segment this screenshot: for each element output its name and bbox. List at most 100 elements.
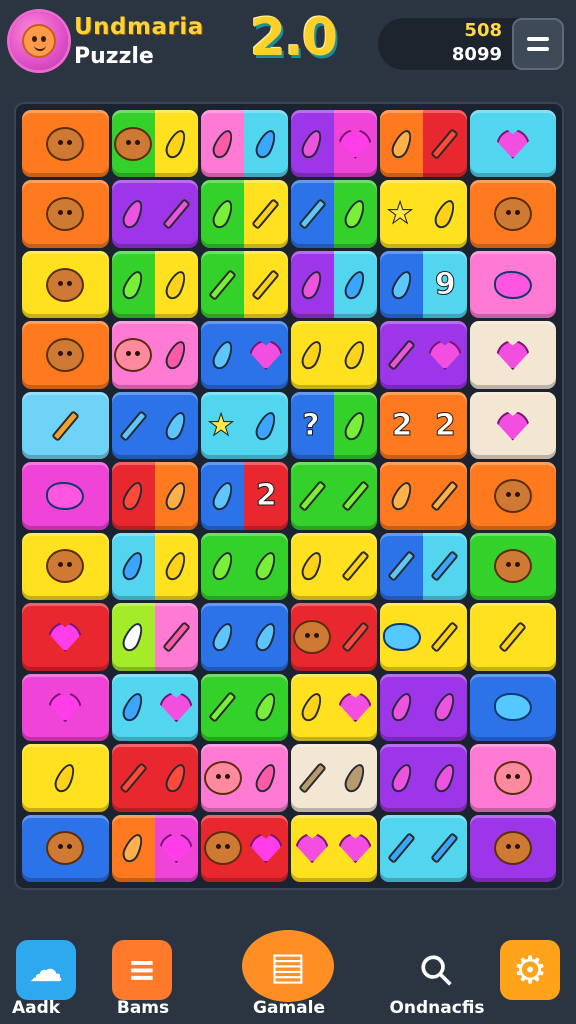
board-tile[interactable]	[22, 180, 109, 248]
board-tile[interactable]	[22, 462, 109, 530]
board-tile[interactable]	[290, 180, 334, 248]
nav-item-bams[interactable]: ≡ Bams	[98, 932, 188, 1024]
board-tile[interactable]	[111, 250, 155, 319]
board-tile[interactable]	[244, 321, 288, 389]
board-tile[interactable]	[154, 603, 198, 671]
board-tile[interactable]	[380, 110, 424, 178]
board-tile[interactable]	[469, 250, 556, 319]
board-tile[interactable]	[201, 462, 245, 530]
board-tile[interactable]	[380, 321, 424, 389]
board-tile[interactable]	[111, 110, 155, 178]
board-tile[interactable]	[22, 532, 109, 601]
board-tile[interactable]	[22, 603, 109, 671]
board-tile[interactable]	[201, 814, 245, 882]
board-tile[interactable]	[154, 673, 198, 742]
board-tile[interactable]	[111, 391, 155, 460]
board-tile[interactable]	[201, 110, 245, 178]
board-tile[interactable]	[469, 110, 556, 178]
board-tile[interactable]: ?	[290, 391, 334, 460]
board-tile[interactable]	[290, 532, 334, 601]
board-tile[interactable]: ★	[201, 391, 245, 460]
board-tile[interactable]	[380, 673, 424, 742]
board-tile[interactable]	[333, 321, 377, 389]
board-tile[interactable]	[469, 462, 556, 530]
board-tile[interactable]	[423, 462, 467, 530]
board-tile[interactable]	[290, 250, 334, 319]
board-tile[interactable]	[111, 673, 155, 742]
board-tile[interactable]	[244, 814, 288, 882]
board-tile[interactable]	[244, 391, 288, 460]
board-tile[interactable]	[244, 673, 288, 742]
board-tile[interactable]	[469, 744, 556, 812]
board-tile[interactable]	[244, 180, 288, 248]
board-tile[interactable]	[333, 391, 377, 460]
board-tile[interactable]: ★	[380, 180, 424, 248]
board-tile[interactable]	[290, 814, 334, 882]
board-tile[interactable]	[154, 391, 198, 460]
board-tile[interactable]	[290, 321, 334, 389]
board-tile[interactable]	[22, 110, 109, 178]
board-tile[interactable]	[380, 814, 424, 882]
nav-item-settings[interactable]: ⚙	[498, 932, 562, 1024]
board-tile[interactable]	[201, 532, 245, 601]
board-tile[interactable]	[333, 603, 377, 671]
board-tile[interactable]	[333, 744, 377, 812]
board-tile[interactable]	[380, 603, 424, 671]
board-tile[interactable]	[333, 462, 377, 530]
board-tile[interactable]	[333, 110, 377, 178]
board-tile[interactable]	[469, 532, 556, 601]
board-tile[interactable]	[469, 321, 556, 389]
board-tile[interactable]	[201, 603, 245, 671]
nav-item-gamale[interactable]: ▤ Gamale	[242, 930, 334, 1024]
board-tile[interactable]	[201, 321, 245, 389]
board-tile[interactable]	[423, 180, 467, 248]
board-tile[interactable]	[290, 673, 334, 742]
board-tile[interactable]	[423, 673, 467, 742]
nav-item-ondnacfis[interactable]: ⚲ Ondnacfis	[389, 932, 484, 1024]
board-tile[interactable]	[469, 673, 556, 742]
board-tile[interactable]	[244, 250, 288, 319]
board-tile[interactable]	[290, 462, 334, 530]
board-tile[interactable]	[423, 532, 467, 601]
board-tile[interactable]	[333, 180, 377, 248]
board-tile[interactable]	[244, 744, 288, 812]
board-tile[interactable]	[111, 321, 155, 389]
board-tile[interactable]	[469, 814, 556, 882]
board-tile[interactable]	[154, 532, 198, 601]
board-tile[interactable]: 9	[423, 250, 467, 319]
board-tile[interactable]	[380, 744, 424, 812]
board-tile[interactable]	[423, 603, 467, 671]
board-tile[interactable]	[290, 603, 334, 671]
board-tile[interactable]	[423, 814, 467, 882]
board-tile[interactable]	[244, 532, 288, 601]
board-tile[interactable]	[154, 462, 198, 530]
board-tile[interactable]	[22, 321, 109, 389]
board-tile[interactable]	[380, 462, 424, 530]
board-tile[interactable]	[201, 744, 245, 812]
board-tile[interactable]	[22, 814, 109, 882]
board-tile[interactable]	[154, 250, 198, 319]
board-tile[interactable]	[22, 744, 109, 812]
board-tile[interactable]: 2	[380, 391, 424, 460]
menu-button[interactable]	[512, 18, 564, 70]
board-tile[interactable]	[201, 250, 245, 319]
app-logo-icon[interactable]	[10, 12, 68, 70]
board-tile[interactable]	[154, 814, 198, 882]
board-tile[interactable]	[333, 532, 377, 601]
board-tile[interactable]	[22, 673, 109, 742]
board-tile[interactable]	[22, 391, 109, 460]
board-tile[interactable]	[111, 603, 155, 671]
board-tile[interactable]	[201, 673, 245, 742]
board-tile[interactable]	[290, 744, 334, 812]
board-tile[interactable]: 2	[423, 391, 467, 460]
board-tile[interactable]	[154, 180, 198, 248]
board-tile[interactable]	[423, 744, 467, 812]
board-tile[interactable]	[469, 180, 556, 248]
board-tile[interactable]	[333, 250, 377, 319]
board-tile[interactable]	[154, 110, 198, 178]
board-tile[interactable]	[423, 110, 467, 178]
board-tile[interactable]	[111, 532, 155, 601]
board-tile[interactable]	[111, 180, 155, 248]
board-tile[interactable]	[469, 391, 556, 460]
board-tile[interactable]	[154, 321, 198, 389]
